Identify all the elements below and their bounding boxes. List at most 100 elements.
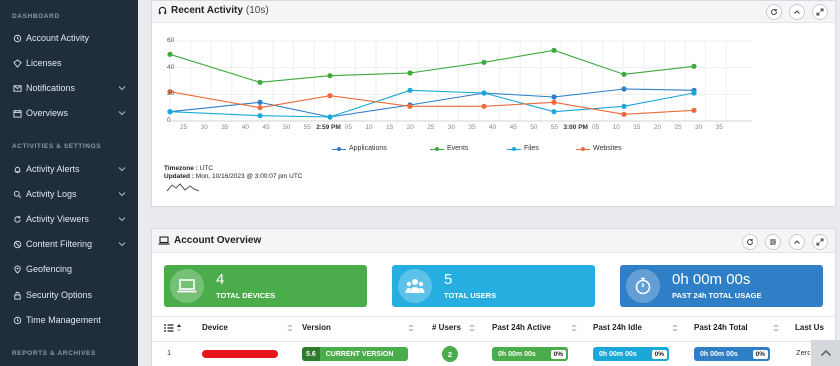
sidebar-item-label: Security Options <box>26 290 93 300</box>
data-point-files[interactable] <box>167 109 173 115</box>
refresh-icon <box>12 214 23 225</box>
sidebar-item-label: Content Filtering <box>26 239 93 249</box>
sidebar-item-label: Activity Alerts <box>26 164 80 174</box>
sort-icon[interactable] <box>672 323 678 333</box>
map-pin-icon <box>12 264 23 275</box>
data-point-events[interactable] <box>481 59 487 65</box>
data-point-files[interactable] <box>407 87 413 93</box>
data-point-events[interactable] <box>327 73 333 79</box>
sidebar-item-geofencing[interactable]: Geofencing <box>12 260 130 278</box>
legend-applications[interactable]: Applications <box>332 145 387 152</box>
sparkline-icon <box>166 183 200 192</box>
data-point-websites[interactable] <box>551 99 557 105</box>
users-count-badge[interactable]: 2 <box>442 346 458 362</box>
sidebar-item-activity-alerts[interactable]: Activity Alerts <box>12 160 130 178</box>
data-point-files[interactable] <box>481 90 487 96</box>
data-point-websites[interactable] <box>691 107 697 113</box>
col-device[interactable]: Device <box>202 323 228 332</box>
chevron-up-icon <box>820 349 831 357</box>
refresh-button[interactable] <box>742 234 758 250</box>
col-users[interactable]: # Users <box>432 323 461 332</box>
data-point-websites[interactable] <box>621 111 627 117</box>
legend-files[interactable]: Files <box>507 145 539 152</box>
sidebar-item-activity-logs[interactable]: Activity Logs <box>12 185 130 203</box>
data-point-events[interactable] <box>257 79 263 85</box>
data-point-applications[interactable] <box>257 99 263 105</box>
sidebar-item-account-activity[interactable]: Account Activity <box>12 29 130 47</box>
data-point-websites[interactable] <box>257 105 263 111</box>
col-total[interactable]: Past 24h Total <box>694 323 748 332</box>
x-tick-label: 50 <box>283 124 291 131</box>
calendar-icon <box>12 108 23 119</box>
expand-icon <box>816 238 824 246</box>
x-tick-label: 10 <box>365 124 373 131</box>
data-point-events[interactable] <box>551 47 557 53</box>
data-point-websites[interactable] <box>481 103 487 109</box>
total-usage-label: PAST 24h TOTAL USAGE <box>672 291 762 300</box>
total-usage-card[interactable]: 0h 00m 00s PAST 24h TOTAL USAGE <box>620 265 823 307</box>
version-badge: 5.6 CURRENT VERSION <box>302 347 408 361</box>
data-point-applications[interactable] <box>621 86 627 92</box>
col-last[interactable]: Last Us <box>795 323 824 332</box>
sidebar-item-content-filtering[interactable]: Content Filtering <box>12 235 130 253</box>
x-tick-label: 05 <box>592 124 600 131</box>
stopwatch-icon <box>626 269 660 303</box>
data-point-websites[interactable] <box>407 103 413 109</box>
sidebar-item-label: Account Activity <box>26 33 90 43</box>
sidebar-item-label: Geofencing <box>26 264 73 274</box>
sort-icon[interactable] <box>469 323 475 333</box>
data-point-events[interactable] <box>621 71 627 77</box>
timezone-value: UTC <box>199 165 214 172</box>
sort-icon[interactable] <box>408 323 414 333</box>
col-idle[interactable]: Past 24h Idle <box>593 323 642 332</box>
scroll-top-button[interactable] <box>811 340 840 366</box>
y-tick-label: 0 <box>167 117 171 124</box>
active-percent: 0% <box>550 349 566 359</box>
sidebar-item-activity-viewers[interactable]: Activity Viewers <box>12 210 130 228</box>
x-tick-label: 30 <box>200 124 208 131</box>
expand-button[interactable] <box>812 234 828 250</box>
data-point-applications[interactable] <box>551 94 557 100</box>
x-tick-label: 05 <box>344 124 353 131</box>
sidebar-item-licenses[interactable]: Licenses <box>12 54 130 72</box>
data-point-files[interactable] <box>621 103 627 109</box>
clock-icon <box>12 315 23 326</box>
sidebar-item-overviews[interactable]: Overviews <box>12 104 130 122</box>
sliders-icon <box>770 239 776 245</box>
legend-events[interactable]: Events <box>430 145 468 152</box>
sort-icon[interactable] <box>773 323 779 333</box>
data-point-events[interactable] <box>167 51 173 57</box>
total-usage-value: 0h 00m 00s <box>672 271 751 288</box>
total-devices-label: TOTAL DEVICES <box>216 291 276 300</box>
recent-activity-panel: Recent Activity (10s) 60 40 20 0 25 30 35 40 45… <box>151 0 836 207</box>
data-point-files[interactable] <box>551 109 557 115</box>
chevron-down-icon <box>118 86 126 91</box>
sort-icon[interactable] <box>571 323 577 333</box>
chevron-down-icon <box>118 167 126 172</box>
sidebar-item-security-options[interactable]: Security Options <box>12 286 130 304</box>
data-point-websites[interactable] <box>327 93 333 99</box>
sort-icon[interactable] <box>287 323 293 333</box>
x-tick-label: 20 <box>653 124 662 131</box>
total-devices-card[interactable]: 4 TOTAL DEVICES <box>164 265 367 307</box>
settings-button[interactable] <box>765 234 781 250</box>
data-point-files[interactable] <box>691 90 697 96</box>
x-tick-label: 45 <box>509 124 517 131</box>
sidebar-item-time-management[interactable]: Time Management <box>12 311 130 329</box>
col-version[interactable]: Version <box>302 323 331 332</box>
data-point-files[interactable] <box>327 114 333 120</box>
legend-websites[interactable]: Websites <box>576 145 622 152</box>
redacted-device-name[interactable] <box>202 350 278 358</box>
collapse-button[interactable] <box>789 234 805 250</box>
col-active[interactable]: Past 24h Active <box>492 323 551 332</box>
sidebar-item-notifications[interactable]: Notifications <box>12 79 130 97</box>
timezone-line: Timezone : UTC <box>164 165 213 172</box>
total-users-card[interactable]: 5 TOTAL USERS <box>392 265 595 307</box>
data-point-files[interactable] <box>257 113 263 119</box>
x-tick-label: 30 <box>447 124 456 131</box>
list-sort-icon[interactable] <box>164 323 184 333</box>
x-tick-label: 35 <box>221 124 229 131</box>
data-point-events[interactable] <box>407 70 413 76</box>
data-point-events[interactable] <box>691 63 697 69</box>
legend-label: Applications <box>349 145 387 152</box>
